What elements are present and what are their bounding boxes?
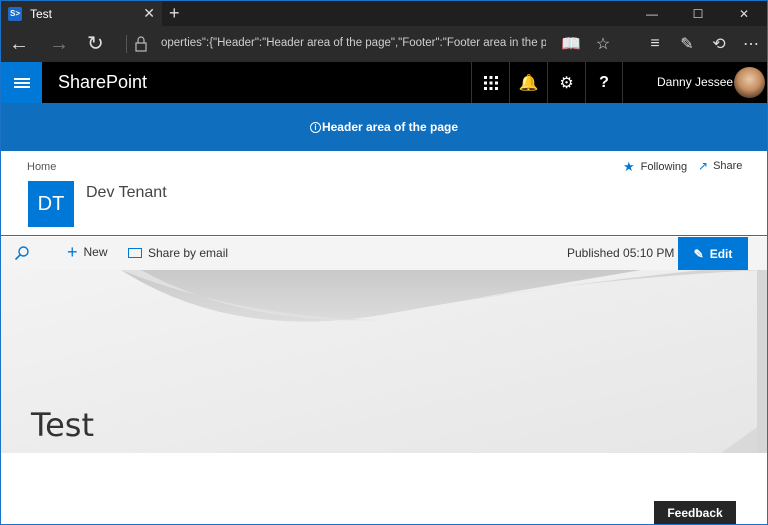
- avatar[interactable]: [734, 67, 765, 98]
- browser-window: S> Test ✕ + — ☐ ✕ ← → ↻ operties":{"Head…: [0, 0, 768, 525]
- minimize-icon[interactable]: —: [629, 1, 675, 26]
- new-button[interactable]: + New: [67, 242, 108, 262]
- header-placeholder: i Header area of the page: [1, 103, 767, 151]
- user-name[interactable]: Danny Jessee: [657, 75, 733, 89]
- share-by-email-button[interactable]: Share by email: [128, 246, 228, 260]
- pencil-icon: ✎: [693, 246, 704, 261]
- bell-icon[interactable]: 🔔: [509, 62, 547, 103]
- new-label: New: [83, 245, 108, 259]
- hamburger-menu-icon[interactable]: [1, 62, 42, 103]
- tab-close-icon[interactable]: ✕: [143, 5, 155, 22]
- favorite-star-icon[interactable]: ☆: [587, 26, 619, 62]
- app-launcher-icon[interactable]: [471, 62, 509, 103]
- banner-background: [1, 270, 767, 453]
- edit-button[interactable]: ✎ Edit: [678, 237, 748, 270]
- browser-titlebar: S> Test ✕ + — ☐ ✕: [1, 1, 767, 26]
- more-icon[interactable]: ⋯: [735, 26, 767, 62]
- mail-icon: [128, 248, 142, 258]
- sharepoint-favicon-icon: S>: [8, 6, 22, 21]
- help-icon[interactable]: ?: [585, 62, 623, 103]
- site-title[interactable]: Dev Tenant: [86, 184, 167, 202]
- info-icon: i: [309, 121, 321, 133]
- divider: [619, 26, 639, 62]
- divider: [126, 35, 127, 53]
- share-browser-icon[interactable]: ⟲: [703, 26, 735, 62]
- site-header: Home DT Dev Tenant ★ Following ↗ Share: [1, 151, 767, 236]
- address-bar: ← → ↻ operties":{"Header":"Header area o…: [1, 26, 767, 62]
- following-label: Following: [640, 161, 688, 173]
- share-by-email-label: Share by email: [148, 246, 229, 260]
- feedback-button[interactable]: Feedback: [654, 501, 736, 524]
- brand-title[interactable]: SharePoint: [58, 72, 147, 93]
- star-icon: ★: [623, 159, 635, 174]
- hub-icon[interactable]: ≡: [639, 26, 671, 62]
- site-logo[interactable]: DT: [28, 181, 74, 227]
- suite-bar: SharePoint 🔔 ⚙ ? Danny Jessee: [1, 62, 767, 103]
- lock-icon: [135, 36, 147, 52]
- page-banner: Test: [1, 270, 767, 453]
- share-button[interactable]: ↗ Share: [698, 159, 742, 173]
- plus-icon: +: [67, 242, 78, 262]
- following-button[interactable]: ★ Following: [623, 159, 687, 175]
- suite-icons: 🔔 ⚙ ?: [471, 62, 623, 103]
- reading-view-icon[interactable]: 📖: [555, 26, 587, 62]
- tab-title: Test: [30, 6, 53, 21]
- web-note-icon[interactable]: ✎: [671, 26, 703, 62]
- published-status: Published 05:10 PM: [567, 246, 675, 260]
- gear-icon[interactable]: ⚙: [547, 62, 585, 103]
- share-icon: ↗: [698, 159, 709, 173]
- new-tab-icon[interactable]: +: [169, 3, 180, 24]
- page-title[interactable]: Test: [31, 406, 94, 444]
- maximize-icon[interactable]: ☐: [675, 1, 721, 26]
- address-bar-actions: 📖 ☆ ≡ ✎ ⟲ ⋯: [555, 26, 767, 62]
- browser-tab[interactable]: S> Test ✕: [1, 1, 162, 26]
- close-icon[interactable]: ✕: [721, 1, 767, 26]
- page-content: [1, 453, 767, 524]
- header-placeholder-text: Header area of the page: [321, 120, 459, 134]
- window-controls: — ☐ ✕: [629, 1, 767, 26]
- refresh-icon[interactable]: ↻: [87, 32, 104, 56]
- forward-arrow-icon[interactable]: →: [49, 32, 69, 56]
- search-icon[interactable]: [14, 245, 30, 261]
- url-field[interactable]: operties":{"Header":"Header area of the …: [161, 37, 546, 49]
- breadcrumb[interactable]: Home: [27, 161, 56, 173]
- share-label: Share: [713, 160, 743, 172]
- command-bar: + New Share by email Published 05:10 PM …: [1, 237, 767, 270]
- edit-label: Edit: [709, 246, 733, 261]
- back-arrow-icon[interactable]: ←: [9, 32, 29, 56]
